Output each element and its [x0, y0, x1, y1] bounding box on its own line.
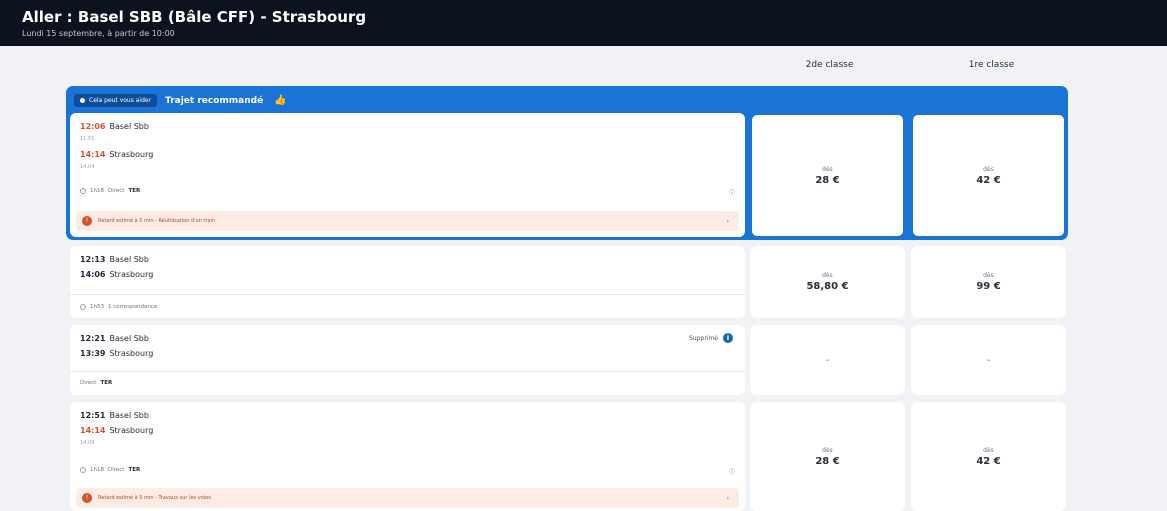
chevron-right-icon: › [726, 217, 729, 225]
departure-line: 12:06 Basel Sbb [80, 122, 149, 131]
divider [70, 294, 745, 295]
delay-alert-text: Retard estimé à 5 min - Travaux sur les … [98, 495, 211, 501]
clock-icon [80, 467, 86, 473]
help-pill[interactable]: Cela peut vous aider [74, 94, 158, 107]
info-icon[interactable]: i [723, 333, 733, 343]
departure-time: 12:13 [80, 255, 106, 264]
arrival-scheduled-time: 14:09 [80, 440, 95, 446]
delay-alert[interactable]: ! Retard estimé à 5 min - Réutilisation … [76, 211, 739, 231]
arrival-line: 14:14 Strasbourg [80, 426, 153, 435]
delay-alert[interactable]: ! Retard estimé à 5 min - Travaux sur le… [76, 488, 739, 508]
trip-duration: 1h18 [90, 188, 104, 194]
page-header: Aller : Basel SBB (Bâle CFF) - Strasbour… [0, 0, 1167, 46]
details-icon[interactable]: ⓘ [729, 188, 735, 197]
price-from-label: dès [983, 165, 994, 173]
price-from-label: dès [822, 165, 833, 173]
trip-meta: 1h18 Direct TER [80, 188, 140, 194]
cancelled-label: Supprimé [689, 334, 718, 342]
price-2nd-class-trip-1[interactable]: dès 28 € [750, 113, 905, 238]
price-amount: 28 € [815, 455, 840, 467]
arrival-time: 13:39 [80, 349, 106, 358]
price-from-label: dès [822, 272, 833, 279]
cancelled-status: Supprimé i [689, 333, 733, 343]
departure-time: 12:06 [80, 122, 106, 131]
delay-alert-text: Retard estimé à 5 min - Réutilisation d'… [98, 218, 216, 224]
arrival-station: Strasbourg [109, 426, 154, 435]
page-title: Aller : Basel SBB (Bâle CFF) - Strasbour… [22, 8, 367, 26]
price-1st-class-trip-4[interactable]: dès 42 € [911, 402, 1066, 511]
clock-icon [80, 188, 86, 194]
price-1st-class-trip-2[interactable]: dès 99 € [911, 246, 1066, 318]
trip-card-4[interactable]: 12:51 Basel Sbb 14:14 Strasbourg 14:09 1… [70, 402, 745, 511]
departure-station: Basel Sbb [109, 334, 149, 343]
recommended-label: Trajet recommandé [165, 95, 264, 106]
trip-meta: Direct TER [80, 380, 112, 386]
thumbs-up-icon: 👍 [274, 95, 287, 106]
departure-line: 12:21 Basel Sbb [80, 334, 149, 343]
arrival-line: 14:14 Strasbourg [80, 150, 153, 159]
arrival-time: 14:14 [80, 426, 106, 435]
trip-card-2[interactable]: 12:13 Basel Sbb 14:06 Strasbourg 1h53 1 … [70, 246, 745, 318]
arrival-time: 14:06 [80, 270, 106, 279]
trip-card-1[interactable]: 12:06 Basel Sbb 11:55 14:14 Strasbourg 1… [70, 113, 745, 237]
chevron-right-icon: › [726, 494, 729, 502]
trip-duration: 1h18 [90, 467, 104, 473]
arrival-line: 13:39 Strasbourg [80, 349, 153, 358]
trip-mode: Direct [107, 188, 125, 194]
page-subtitle: Lundi 15 septembre, à partir de 10:00 [22, 29, 175, 38]
trip-mode: Direct [80, 380, 97, 386]
warning-icon: ! [82, 493, 92, 503]
warning-icon: ! [82, 216, 92, 226]
departure-line: 12:51 Basel Sbb [80, 411, 149, 420]
train-type: TER [100, 380, 113, 386]
price-amount: 28 € [815, 174, 840, 186]
price-1st-class-trip-3: - [911, 325, 1066, 395]
price-amount: 58,80 € [806, 281, 849, 292]
train-type: TER [128, 467, 141, 473]
price-from-label: dès [983, 446, 994, 454]
price-amount: 42 € [976, 455, 1001, 467]
trip-card-3[interactable]: 12:21 Basel Sbb 13:39 Strasbourg Supprim… [70, 325, 745, 395]
price-unavailable: - [825, 354, 830, 366]
price-1st-class-trip-1[interactable]: dès 42 € [911, 113, 1066, 238]
column-header-1st-class: 1re classe [968, 60, 1015, 70]
train-type: TER [128, 188, 141, 194]
trip-mode: 1 correspondance [107, 304, 158, 310]
arrival-time: 14:14 [80, 150, 106, 159]
departure-time: 12:21 [80, 334, 106, 343]
departure-station: Basel Sbb [109, 411, 149, 420]
trip-meta: 1h53 1 correspondance [80, 304, 157, 310]
arrival-station: Strasbourg [109, 270, 154, 279]
departure-station: Basel Sbb [109, 122, 149, 131]
trip-meta: 1h18 Direct TER [80, 467, 140, 473]
price-amount: 42 € [976, 174, 1001, 186]
trip-duration: 1h53 [90, 304, 104, 310]
price-2nd-class-trip-3: - [750, 325, 905, 395]
arrival-line: 14:06 Strasbourg [80, 270, 153, 279]
price-from-label: dès [983, 272, 994, 279]
departure-line: 12:13 Basel Sbb [80, 255, 149, 264]
price-unavailable: - [986, 354, 991, 366]
price-from-label: dès [822, 446, 833, 454]
column-header-2nd-class: 2de classe [805, 60, 854, 70]
help-dot-icon [80, 98, 85, 103]
arrival-station: Strasbourg [109, 349, 154, 358]
departure-scheduled-time: 11:55 [80, 136, 95, 142]
arrival-station: Strasbourg [109, 150, 154, 159]
departure-station: Basel Sbb [109, 255, 149, 264]
clock-icon [80, 304, 86, 310]
divider [70, 371, 745, 372]
help-pill-label: Cela peut vous aider [89, 97, 152, 104]
arrival-scheduled-time: 14:04 [80, 164, 95, 170]
price-2nd-class-trip-2[interactable]: dès 58,80 € [750, 246, 905, 318]
trip-mode: Direct [107, 467, 125, 473]
price-amount: 99 € [976, 281, 1001, 292]
details-icon[interactable]: ⓘ [729, 467, 735, 476]
price-2nd-class-trip-4[interactable]: dès 28 € [750, 402, 905, 511]
departure-time: 12:51 [80, 411, 106, 420]
